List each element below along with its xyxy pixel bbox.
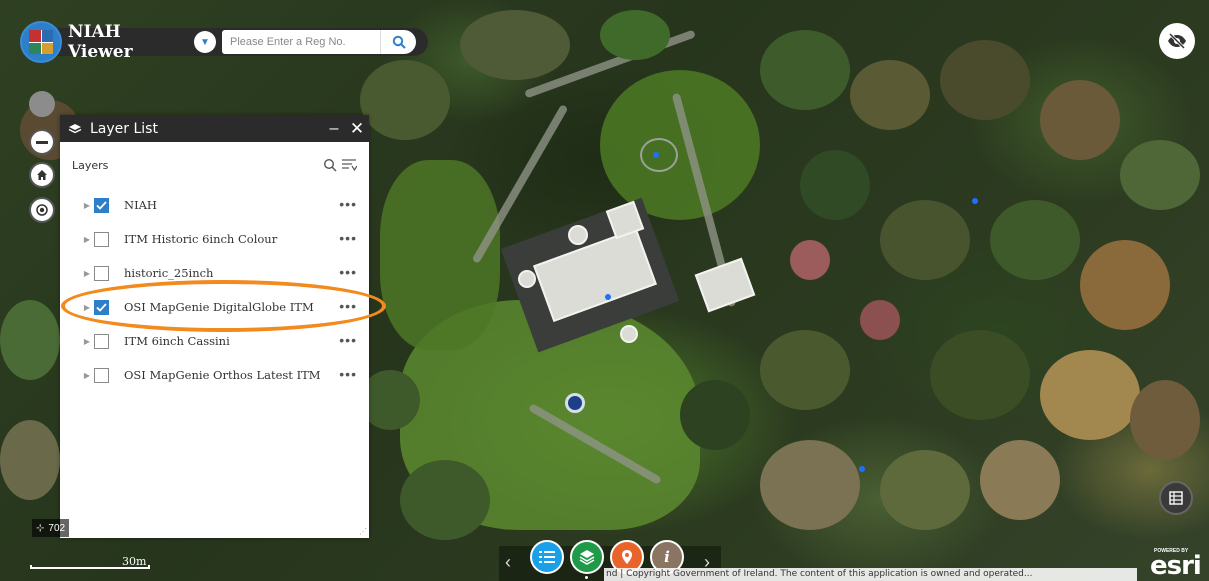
minimize-button[interactable]: – (323, 120, 345, 138)
app-header: NIAH Viewer ▼ (20, 21, 428, 63)
search-icon (392, 35, 406, 49)
resize-grip-icon[interactable]: ⋰ (359, 527, 367, 536)
chevron-left-icon[interactable]: ‹ (505, 552, 511, 573)
layer-row-osi-mapgenie-orthos-latest-itm[interactable]: ▶ OSI MapGenie Orthos Latest ITM ••• (60, 358, 369, 392)
more-options-icon[interactable]: ••• (339, 196, 357, 212)
zoom-out-button[interactable] (29, 129, 55, 155)
more-options-icon[interactable]: ••• (339, 264, 357, 280)
locate-icon (36, 204, 48, 216)
legend-icon (1169, 491, 1183, 505)
eye-slash-icon (1168, 33, 1186, 49)
coordinate-value: 702 (48, 522, 66, 534)
niah-logo (20, 21, 62, 63)
crosshair-icon: ⊹ (36, 522, 45, 534)
layer-name: NIAH (124, 198, 157, 212)
title-bar: NIAH Viewer ▼ (58, 22, 428, 62)
list-button[interactable] (530, 540, 564, 574)
info-icon: i (664, 548, 670, 566)
filter-icon[interactable] (341, 158, 357, 172)
more-options-icon[interactable]: ••• (339, 332, 357, 348)
panel-header: Layer List – ✕ (60, 115, 369, 142)
expand-icon[interactable]: ▶ (60, 235, 94, 244)
highlight-annotation-ring (61, 280, 386, 332)
layer-checkbox[interactable] (94, 231, 109, 247)
more-options-icon[interactable]: ••• (339, 230, 357, 246)
expand-icon[interactable]: ▶ (60, 371, 94, 380)
search-input[interactable] (222, 30, 380, 54)
more-options-icon[interactable]: ••• (339, 366, 357, 382)
esri-logo[interactable]: POWERED BY esri (1150, 548, 1206, 581)
niah-point[interactable] (859, 466, 865, 472)
map-attribution[interactable]: nd | Copyright Government of Ireland. Th… (604, 568, 1137, 581)
expand-icon[interactable]: ▶ (60, 269, 94, 278)
expand-icon[interactable]: ▶ (60, 337, 94, 346)
list-icon (539, 551, 555, 563)
layer-checkbox[interactable] (94, 265, 109, 281)
layer-name: OSI MapGenie Orthos Latest ITM (124, 368, 321, 382)
zoom-slider-icon[interactable] (29, 91, 55, 117)
home-icon (37, 170, 47, 180)
layers-label: Layers (72, 158, 109, 172)
dock-page-indicator (585, 576, 588, 579)
caret-down-icon: ▼ (200, 36, 210, 48)
layers-icon (579, 550, 595, 565)
layer-list-button[interactable] (570, 540, 604, 574)
search-button[interactable] (380, 30, 416, 54)
panel-title: Layer List (90, 120, 158, 137)
layer-checkbox[interactable] (94, 197, 109, 213)
layer-checkbox[interactable] (94, 367, 109, 383)
location-marker-icon[interactable] (565, 393, 585, 413)
coordinate-readout[interactable]: ⊹ 702 (32, 519, 70, 537)
layer-name: ITM 6inch Cassini (124, 334, 230, 348)
niah-point[interactable] (653, 152, 659, 158)
niah-logo-icon (29, 30, 53, 54)
esri-wordmark: esri (1150, 551, 1202, 581)
layer-name: ITM Historic 6inch Colour (124, 232, 278, 246)
map-pin-icon (622, 550, 632, 564)
layer-row-niah[interactable]: ▶ NIAH ••• (60, 188, 369, 222)
layer-row-itm-historic-6inch-colour[interactable]: ▶ ITM Historic 6inch Colour ••• (60, 222, 369, 256)
toggle-visibility-button[interactable] (1159, 23, 1195, 59)
scale-label: 30m (122, 555, 147, 568)
layers-toolbar: Layers (60, 142, 369, 188)
scale-bar: 30m (30, 555, 150, 571)
search-dropdown-button[interactable]: ▼ (194, 31, 216, 53)
layers-icon (60, 123, 90, 135)
legend-button[interactable] (1159, 481, 1193, 515)
niah-point[interactable] (972, 198, 978, 204)
minus-icon (36, 140, 48, 144)
niah-point[interactable] (605, 294, 611, 300)
layer-name: historic_25inch (124, 266, 214, 280)
home-button[interactable] (29, 162, 55, 188)
expand-icon[interactable]: ▶ (60, 201, 94, 210)
locate-button[interactable] (29, 197, 55, 223)
layer-checkbox[interactable] (94, 333, 109, 349)
search-icon[interactable] (323, 158, 337, 172)
close-button[interactable]: ✕ (345, 119, 369, 139)
app-title: NIAH Viewer (68, 22, 133, 62)
